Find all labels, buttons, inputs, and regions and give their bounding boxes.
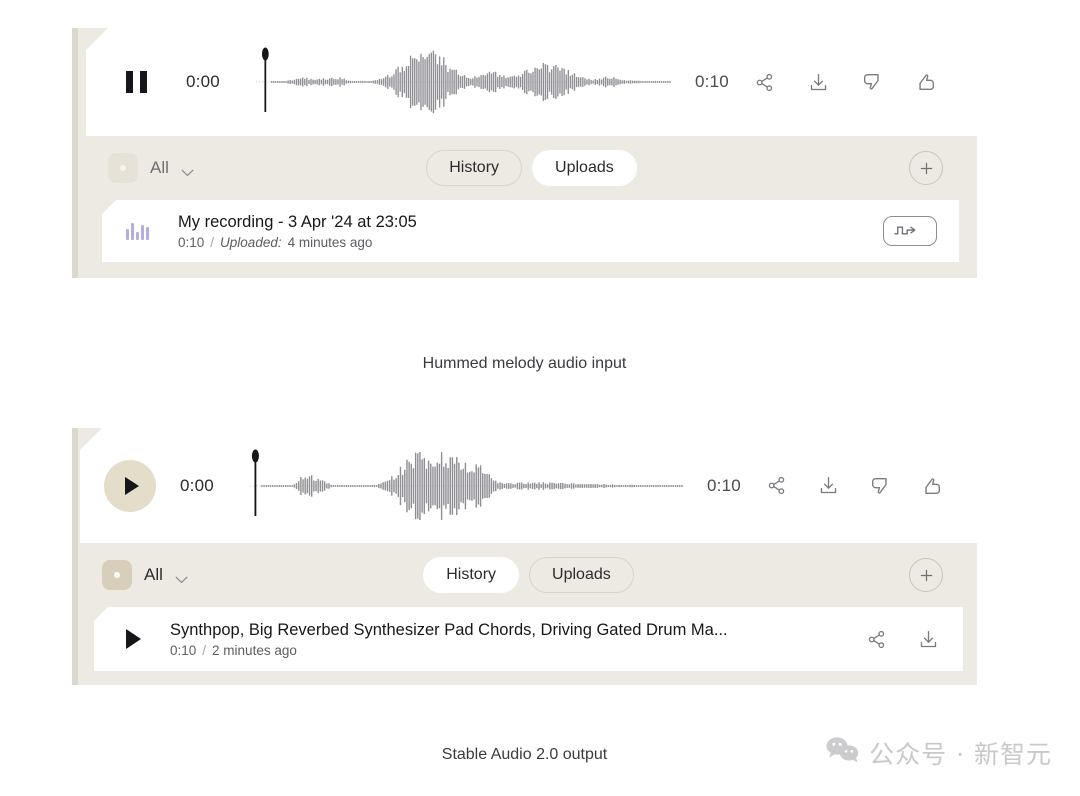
player-actions [763,473,977,499]
tab-history[interactable]: History [423,557,520,593]
meta-separator: / [202,642,207,658]
list-item-meta-time: 2 minutes ago [212,642,297,658]
panel-left-stripe [72,28,78,278]
library-toolbar: All History Uploads [80,543,977,607]
list-item-meta: 0:10 / Uploaded: 4 minutes ago [178,235,883,250]
list-item-lead [122,222,178,240]
chevron-down-icon [181,164,194,177]
thumbs-down-icon[interactable] [859,69,885,95]
waveform-scrubber[interactable] [256,44,671,120]
square-dot-icon [102,560,132,590]
tab-uploads[interactable]: Uploads [529,557,634,593]
list-item-title: My recording - 3 Apr '24 at 23:05 [178,212,417,231]
list-item-actions [863,626,941,652]
thumbs-up-icon[interactable] [913,69,939,95]
audio-player-card: 0:00 0:10 [86,28,977,136]
list-item-text: Synthpop, Big Reverbed Synthesizer Pad C… [170,621,863,658]
filter-dropdown[interactable]: All [108,153,194,183]
panel-body: 0:00 0:10 [72,28,977,278]
panel-caption: Hummed melody audio input [422,355,627,372]
list-item-duration: 0:10 [178,234,205,250]
panel-body: 0:00 0:10 [72,428,977,685]
panel-left-stripe [72,428,78,685]
download-icon[interactable] [815,473,841,499]
square-dot-icon [108,153,138,183]
current-time: 0:00 [186,72,220,91]
list-item-meta-prefix: Uploaded: [220,234,282,250]
waveform-scrubber[interactable] [250,448,683,524]
chevron-down-icon [175,571,188,584]
share-icon[interactable] [763,473,789,499]
waveform-graphic [250,449,683,520]
total-time: 0:10 [707,475,741,495]
tab-history[interactable]: History [426,150,523,186]
library-tabs: History Uploads [86,150,977,186]
list-item-duration: 0:10 [170,642,197,658]
plus-icon [920,162,932,174]
waveform-icon [126,222,149,240]
audio-input-panel: 0:00 0:10 All History Uploads My recordi… [72,28,977,372]
share-icon[interactable] [863,626,889,652]
audio-output-panel: 0:00 0:10 All History Uploads Synthpop, … [72,428,977,763]
pause-icon[interactable] [125,71,147,93]
transport-controls [86,71,186,93]
watermark: 公众号 · 新智元 [826,735,1052,771]
list-item-meta: 0:10 / 2 minutes ago [170,643,863,658]
add-button[interactable] [909,151,943,185]
tab-uploads[interactable]: Uploads [532,150,637,186]
total-time: 0:10 [695,72,729,91]
audio-player-card: 0:00 0:10 [80,428,977,543]
meta-separator: / [210,234,215,250]
transport-controls [80,459,180,512]
download-icon[interactable] [915,626,941,652]
player-actions [751,69,977,95]
audio-to-audio-icon[interactable] [883,216,937,246]
thumbs-down-icon[interactable] [867,473,893,499]
filter-dropdown[interactable]: All [102,560,188,590]
wechat-icon [826,736,860,771]
list-item-text: My recording - 3 Apr '24 at 23:05 0:10 /… [178,213,883,250]
waveform-graphic [256,47,671,114]
share-icon[interactable] [751,69,777,95]
plus-icon [920,569,932,581]
add-button[interactable] [909,558,943,592]
current-time: 0:00 [180,475,214,495]
list-item-title: Synthpop, Big Reverbed Synthesizer Pad C… [170,620,728,639]
play-icon[interactable] [104,459,156,512]
download-icon[interactable] [805,69,831,95]
thumbs-up-icon[interactable] [919,473,945,499]
library-tabs: History Uploads [80,557,977,593]
library-toolbar: All History Uploads [86,136,977,200]
list-item[interactable]: Synthpop, Big Reverbed Synthesizer Pad C… [94,607,963,671]
list-item[interactable]: My recording - 3 Apr '24 at 23:05 0:10 /… [102,200,959,262]
play-icon[interactable] [126,629,141,649]
watermark-text: 公众号 · 新智元 [869,740,1052,769]
list-item-meta-time: 4 minutes ago [287,234,373,250]
list-item-lead [114,629,170,649]
list-item-actions [883,216,937,246]
filter-label: All [144,565,163,584]
filter-label: All [150,158,169,177]
